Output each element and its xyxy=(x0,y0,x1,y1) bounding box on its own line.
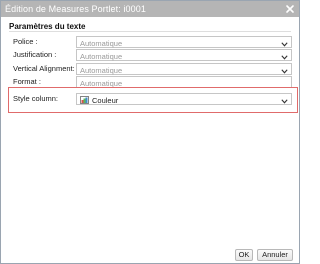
style-column-label: Style column: xyxy=(13,94,59,103)
color-swatch-icon xyxy=(80,96,89,106)
dialog-titlebar[interactable]: Édition de Measures Portlet: i0001 xyxy=(1,1,299,17)
ok-button[interactable]: OK xyxy=(235,249,253,261)
vertical-alignment-select-value: Automatique xyxy=(80,65,123,75)
vertical-alignment-select[interactable]: Automatique xyxy=(76,63,292,75)
vertical-alignment-label: Vertical Alignment: xyxy=(13,64,75,73)
dialog-title: Édition de Measures Portlet: i0001 xyxy=(5,4,146,14)
edit-portlet-dialog: Édition de Measures Portlet: i0001 Param… xyxy=(0,0,300,264)
police-select[interactable]: Automatique xyxy=(76,36,292,48)
justification-select[interactable]: Automatique xyxy=(76,49,292,61)
style-column-select-value: Couleur xyxy=(92,95,119,105)
justification-label: Justification : xyxy=(13,50,57,59)
cancel-button[interactable]: Annuler xyxy=(257,249,293,261)
chevron-down-icon xyxy=(281,97,288,106)
section-title: Paramètres du texte xyxy=(9,22,86,31)
format-label: Format : xyxy=(13,77,41,86)
police-label: Police : xyxy=(13,37,38,46)
section-divider xyxy=(9,31,291,32)
chevron-down-icon xyxy=(281,67,288,76)
police-select-value: Automatique xyxy=(80,38,123,48)
justification-select-value: Automatique xyxy=(80,51,123,61)
chevron-down-icon xyxy=(281,40,288,49)
close-icon[interactable] xyxy=(284,3,296,15)
chevron-down-icon xyxy=(281,53,288,62)
style-column-select[interactable]: Couleur xyxy=(76,93,292,105)
